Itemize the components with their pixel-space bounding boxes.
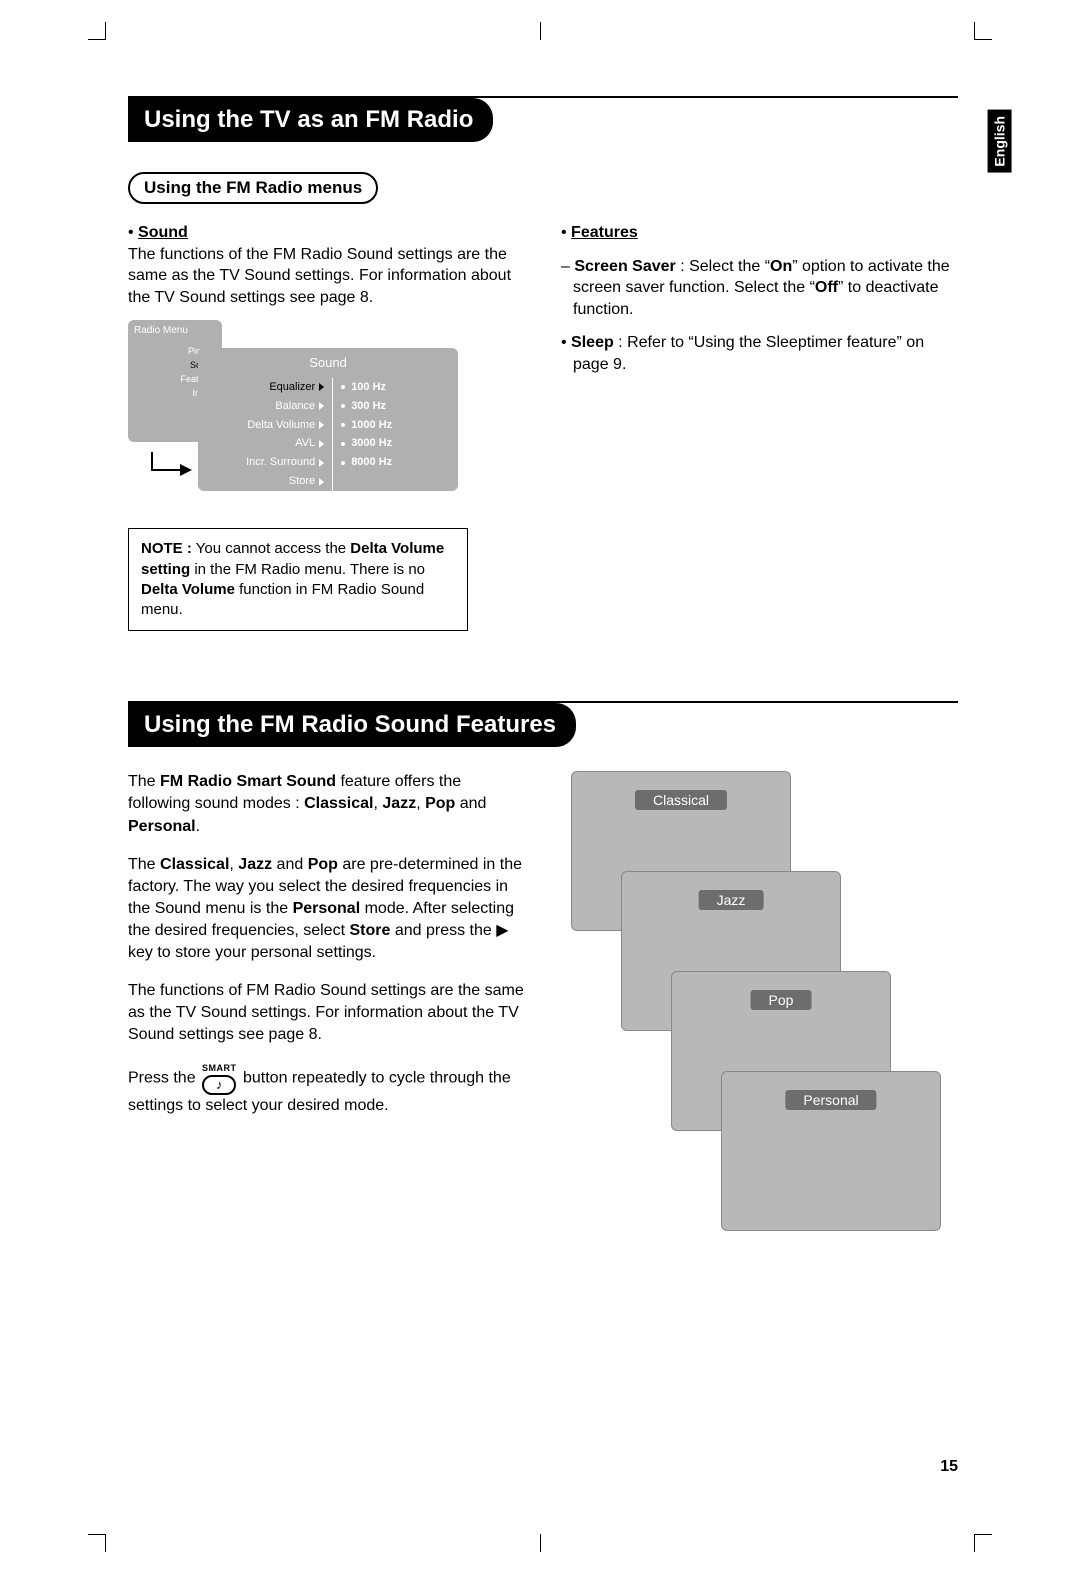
note-box: NOTE : You cannot access the Delta Volum… xyxy=(128,528,468,631)
language-tab: English xyxy=(988,110,1012,173)
osd-left-item: Store xyxy=(198,472,332,491)
osd-right-item: 8000 Hz xyxy=(333,453,458,472)
subsection-title: Using the FM Radio menus xyxy=(128,172,378,204)
feature-text: : Refer to “Using the Sleeptimer feature… xyxy=(573,334,924,373)
p3: The functions of FM Radio Sound settings… xyxy=(128,980,525,1046)
osd-right-item: 1000 Hz xyxy=(333,416,458,435)
feature-bold: On xyxy=(770,258,792,275)
osd-right-item: 3000 Hz xyxy=(333,434,458,453)
crop-mark xyxy=(974,1534,992,1552)
column-left: • Sound The functions of the FM Radio So… xyxy=(128,222,525,631)
crop-mark xyxy=(540,1534,541,1552)
feature-lead: Screen Saver xyxy=(574,258,675,275)
mode-label: Jazz xyxy=(699,890,764,910)
note-text: You cannot access the xyxy=(192,540,350,557)
sound-mode-stack: Classical Jazz Pop Personal xyxy=(561,771,958,1241)
mode-label: Pop xyxy=(751,990,812,1010)
osd-left-item: Delta Voliume xyxy=(198,416,332,435)
note-bold: Delta Volume xyxy=(141,581,235,598)
page-number: 15 xyxy=(940,1458,958,1476)
p1: The FM Radio Smart Sound feature offers … xyxy=(128,771,525,837)
crop-mark xyxy=(88,22,106,40)
mode-label: Personal xyxy=(785,1090,876,1110)
music-note-icon: ♪ xyxy=(216,1076,223,1094)
note-lead: NOTE : xyxy=(141,540,192,557)
features-label: Features xyxy=(571,224,638,241)
osd-right-item: 300 Hz xyxy=(333,397,458,416)
section-title: Using the FM Radio Sound Features xyxy=(128,703,576,747)
osd-left-item: Equalizer xyxy=(198,378,332,397)
section-title: Using the TV as an FM Radio xyxy=(128,98,493,142)
osd-left-item: Incr. Surround xyxy=(198,453,332,472)
osd-right-item: 100 Hz xyxy=(333,378,458,397)
section2-text: The FM Radio Smart Sound feature offers … xyxy=(128,771,525,1241)
crop-mark xyxy=(540,22,541,40)
sound-text: The functions of the FM Radio Sound sett… xyxy=(128,246,511,306)
column-right: • Features – Screen Saver : Select the “… xyxy=(561,222,958,631)
smart-button-icon: SMART ♪ xyxy=(202,1062,237,1094)
section-header: Using the FM Radio Sound Features xyxy=(128,701,958,747)
osd-left-item: AVL xyxy=(198,434,332,453)
osd-back-title: Radio Menu xyxy=(134,324,216,338)
feature-text: : Select the “ xyxy=(676,258,770,275)
crop-mark xyxy=(974,22,992,40)
arrow-icon xyxy=(150,450,194,480)
mode-label: Classical xyxy=(635,790,727,810)
section-header: Using the TV as an FM Radio xyxy=(128,96,958,142)
osd-left-item: Balance xyxy=(198,397,332,416)
osd-illustration: Radio Menu Picture Sound Features Instal… xyxy=(128,320,468,510)
sleep-item: • Sleep : Refer to “Using the Sleeptimer… xyxy=(561,332,958,375)
mode-card: Personal xyxy=(721,1071,941,1231)
sound-block: • Sound The functions of the FM Radio So… xyxy=(128,222,525,308)
feature-lead: Sleep xyxy=(571,334,614,351)
features-block: • Features xyxy=(561,222,958,244)
sound-label: Sound xyxy=(138,224,188,241)
osd-front-title: Sound xyxy=(198,348,458,378)
osd-front-menu: Sound Equalizer Balance Delta Voliume AV… xyxy=(198,348,458,491)
crop-mark xyxy=(88,1534,106,1552)
p2: The Classical, Jazz and Pop are pre-dete… xyxy=(128,854,525,964)
p4: Press the SMART ♪ button repeatedly to c… xyxy=(128,1062,525,1116)
note-text: in the FM Radio menu. There is no xyxy=(190,561,425,578)
feature-bold: Off xyxy=(815,279,838,296)
screen-saver-item: – Screen Saver : Select the “On” option … xyxy=(561,256,958,321)
